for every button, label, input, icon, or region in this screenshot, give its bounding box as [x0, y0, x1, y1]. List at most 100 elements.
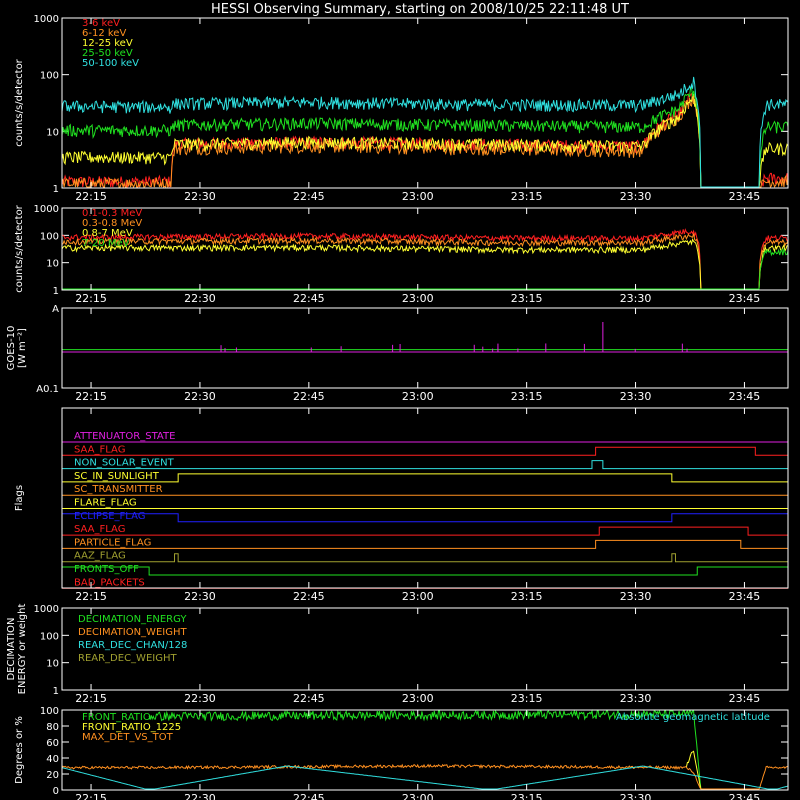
y-tick-label: 100: [40, 231, 59, 242]
y-tick-label: 100: [40, 631, 59, 642]
x-tick-label: 22:15: [75, 292, 107, 305]
x-tick-label: 22:30: [184, 390, 216, 403]
x-tick-label: 22:45: [293, 590, 325, 603]
flag-line-aaz-flag: [62, 553, 788, 563]
series-line-50-100-kev: [61, 76, 789, 188]
flag-label: FLARE_FLAG: [74, 498, 137, 509]
x-tick-label: 23:00: [402, 190, 434, 203]
flag-label: SAA_FLAG: [74, 444, 125, 455]
x-tick-label: 22:15: [75, 190, 107, 203]
legend-entry: 7-20 MeV: [82, 238, 130, 249]
y-tick-label: 1: [53, 184, 59, 195]
x-tick-label: 22:45: [293, 692, 325, 705]
x-tick-label: 23:00: [402, 292, 434, 305]
x-tick-label: 23:30: [620, 692, 652, 705]
legend-entry: DECIMATION_ENERGY: [78, 614, 187, 625]
y-tick-label: 1000: [34, 204, 59, 215]
x-tick-label: 22:30: [184, 292, 216, 305]
y-axis-label: DECIMATION: [6, 617, 17, 680]
y-axis-label: counts/s/detector: [14, 204, 25, 292]
y-tick-label: 80: [46, 722, 59, 733]
panel-flags: Flags ATTENUATOR_STATE SAA_FLAG NON_SOLAR_E…: [14, 407, 789, 603]
flag-label: AAZ_FLAG: [74, 551, 126, 562]
annotation: Absolute geomagnetic latitude: [616, 712, 770, 723]
flag-line-saa-flag-top: [62, 446, 788, 456]
y-tick-label: 1000: [34, 604, 59, 615]
x-tick-label: 23:45: [729, 190, 761, 203]
flag-label: SC_IN_SUNLIGHT: [74, 471, 160, 482]
x-tick-label: 23:15: [511, 590, 543, 603]
legend-entry: 50-100 keV: [82, 58, 139, 69]
flag-line-fronts-off: [62, 566, 788, 576]
flag-label: PARTICLE_FLAG: [74, 537, 151, 548]
x-tick-label: 22:15: [75, 792, 107, 800]
flag-line-saa-flag: [62, 526, 788, 536]
x-tick-label: 22:45: [293, 190, 325, 203]
y-axis-label: Degrees or %: [14, 716, 25, 784]
x-tick-label: 23:45: [729, 390, 761, 403]
flag-label: BAD_PACKETS: [74, 577, 145, 588]
goes-frame: [61, 307, 789, 389]
flag-label: FRONTS_OFF: [74, 564, 139, 575]
y-tick-label: 1: [53, 286, 59, 297]
panel-ratios: Degrees or %020406080100FRONT_RATIOFRONT…: [14, 706, 789, 800]
x-tick-label: 22:30: [184, 590, 216, 603]
flag-line-eclipse-flag: [62, 513, 788, 523]
y-tick-label: 100: [40, 706, 59, 717]
x-tick-label: 23:00: [402, 692, 434, 705]
x-tick-label: 23:00: [402, 590, 434, 603]
x-tick-label: 22:15: [75, 692, 107, 705]
x-tick-label: 23:00: [402, 390, 434, 403]
x-tick-label: 23:30: [620, 190, 652, 203]
x-tick-label: 23:15: [511, 792, 543, 800]
y-tick-label: A0.1: [36, 384, 59, 395]
legend-entry: REAR_DEC_CHAN/128: [78, 640, 187, 651]
legend-entry: REAR_DEC_WEIGHT: [78, 653, 177, 664]
legend-entry: MAX_DET_VS_TOT: [82, 732, 174, 743]
y-tick-label: 40: [46, 754, 59, 765]
x-tick-label: 23:15: [511, 292, 543, 305]
y-axis-label: Flags: [14, 485, 25, 511]
x-tick-label: 23:15: [511, 390, 543, 403]
series-line-max-det-vs-tot: [61, 763, 789, 790]
x-tick-label: 22:45: [293, 792, 325, 800]
y-tick-label: 1000: [34, 14, 59, 25]
panel-lo-energy: counts/s/detector1101001000 3-6 keV6-12 k…: [14, 14, 789, 203]
hessi-summary-chart: HESSI Observing Summary, starting on 200…: [6, 2, 789, 800]
x-tick-label: 23:45: [729, 292, 761, 305]
y-axis-label: GOES-10: [6, 326, 17, 371]
x-tick-label: 23:45: [729, 792, 761, 800]
y-tick-label: 10: [46, 127, 59, 138]
series-line-0-3-0-8-mev: [61, 233, 789, 290]
x-tick-label: 23:15: [511, 190, 543, 203]
y-axis-label-2: [W m⁻²]: [17, 328, 28, 368]
y-tick-label: 100: [40, 71, 59, 82]
y-tick-label: A: [52, 304, 59, 315]
y-tick-label: 20: [46, 770, 59, 781]
series-line-0-1-0-3-mev: [61, 228, 789, 290]
x-tick-label: 22:45: [293, 390, 325, 403]
y-axis-label-2: ENERGY or weight: [17, 604, 28, 695]
panel-hi-energy: counts/s/detector 1101001000 0.1-0.3 MeV0.…: [14, 204, 789, 305]
x-tick-label: 23:45: [729, 692, 761, 705]
hi-energy-frame: [61, 207, 789, 291]
x-tick-label: 22:15: [75, 390, 107, 403]
legend-entry: DECIMATION_WEIGHT: [78, 627, 187, 638]
y-axis-label: counts/s/detector: [14, 58, 25, 146]
y-tick-label: 10: [46, 659, 59, 670]
flag-label: SAA_FLAG: [74, 524, 125, 535]
flag-label: SC_TRANSMITTER: [74, 484, 163, 495]
x-tick-label: 22:30: [184, 190, 216, 203]
x-tick-label: 23:30: [620, 390, 652, 403]
flag-label: ECLIPSE_FLAG: [74, 511, 145, 522]
x-tick-label: 23:45: [729, 590, 761, 603]
y-tick-label: 1: [53, 686, 59, 697]
y-tick-label: 60: [46, 738, 59, 749]
x-tick-label: 23:15: [511, 692, 543, 705]
chart-title: HESSI Observing Summary, starting on 200…: [211, 2, 629, 17]
flag-line-sc-in-sunlight: [62, 473, 788, 483]
flag-label: ATTENUATOR_STATE: [74, 431, 175, 442]
x-tick-label: 22:45: [293, 292, 325, 305]
x-tick-label: 23:00: [402, 792, 434, 800]
y-tick-label: 0: [53, 786, 59, 797]
